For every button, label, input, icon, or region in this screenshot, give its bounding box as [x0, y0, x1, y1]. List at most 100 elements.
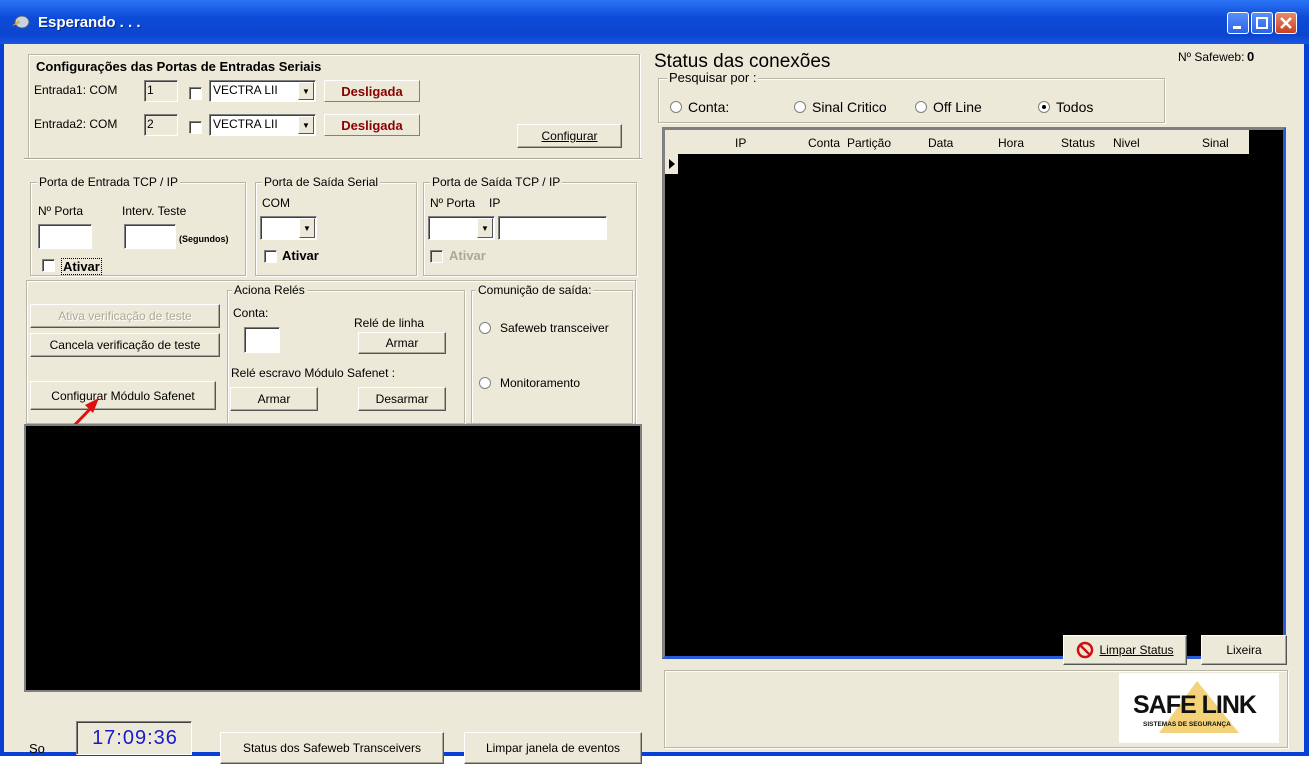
close-button[interactable] — [1275, 12, 1297, 34]
interval-label: Interv. Teste — [122, 204, 187, 218]
grid-header: IP Conta Partição Data Hora Status Nivel… — [665, 130, 1249, 154]
tcp-output-ip-label: IP — [489, 196, 501, 210]
safeweb-transceiver-radio[interactable] — [479, 322, 491, 334]
tcp-output-port-label: Nº Porta — [430, 196, 476, 210]
serial-com-label: COM — [262, 196, 290, 210]
serial-output-activate-checkbox[interactable] — [264, 250, 277, 263]
event-log[interactable] — [24, 424, 642, 692]
tcp-output-ip-input[interactable] — [498, 216, 607, 240]
safelink-logo: SAFE LINK SISTEMAS DE SEGURANÇA — [1119, 673, 1279, 743]
column-header[interactable]: Conta — [808, 136, 840, 150]
safeweb-status-button[interactable]: Status dos Safeweb Transceivers — [220, 732, 444, 764]
connections-grid[interactable]: IP Conta Partição Data Hora Status Nivel… — [662, 127, 1286, 659]
filter-account-radio[interactable] — [670, 101, 682, 113]
entrada2-com-field[interactable]: 2 — [144, 114, 178, 136]
chevron-down-icon: ▼ — [298, 82, 314, 100]
minimize-icon — [1233, 26, 1241, 29]
close-icon — [1280, 17, 1292, 29]
column-header[interactable]: Sinal — [1202, 136, 1229, 150]
slave-disarm-button[interactable]: Desarmar — [358, 387, 446, 411]
monitoring-label: Monitoramento — [500, 376, 581, 390]
filter-all-label: Todos — [1056, 99, 1094, 115]
line-relay-label: Relé de linha — [354, 316, 425, 330]
window-title: Esperando . . . — [38, 14, 141, 31]
column-header[interactable]: Nivel — [1113, 136, 1140, 150]
tcp-output-legend: Porta de Saída TCP / IP — [430, 175, 563, 189]
chevron-down-icon: ▼ — [477, 218, 493, 238]
interval-input[interactable] — [124, 224, 176, 249]
slave-relay-label: Relé escravo Módulo Safenet : — [231, 366, 396, 380]
filter-all-radio[interactable] — [1038, 101, 1050, 113]
output-comm-legend: Comunição de saída: — [476, 283, 594, 297]
no-entry-icon — [1077, 641, 1094, 659]
activate-test-button[interactable]: Ativa verificação de teste — [30, 304, 220, 328]
entrada2-protocol-select[interactable]: VECTRA LII ▼ — [209, 114, 316, 136]
safeweb-count-label: Nº Safeweb: — [1178, 50, 1245, 64]
tcp-port-input[interactable] — [38, 224, 92, 249]
entrada2-label: Entrada2: COM — [34, 117, 118, 131]
maximize-button[interactable] — [1251, 12, 1273, 34]
filter-critical-radio[interactable] — [794, 101, 806, 113]
row-pointer-icon — [669, 159, 675, 169]
entrada2-protocol-value: VECTRA LII — [213, 117, 278, 131]
tcp-output-port-select[interactable]: ▼ — [428, 216, 495, 240]
column-header[interactable]: Data — [928, 136, 953, 150]
tcp-input-legend: Porta de Entrada TCP / IP — [37, 175, 180, 189]
serial-output-activate-label: Ativar — [282, 248, 319, 263]
separator — [24, 158, 642, 160]
clock-display: 17:09:36 — [76, 721, 192, 755]
column-header[interactable]: IP — [735, 136, 746, 150]
relay-account-label: Conta: — [233, 306, 269, 320]
logo-brand: SAFE LINK — [1133, 691, 1257, 719]
clear-status-label: Limpar Status — [1099, 643, 1174, 657]
serial-config-title: Configurações das Portas de Entradas Ser… — [36, 59, 322, 74]
filter-critical-label: Sinal Critico — [812, 99, 887, 115]
chevron-down-icon: ▼ — [298, 116, 314, 134]
entrada1-checkbox[interactable] — [189, 87, 202, 100]
title-bar[interactable]: Esperando . . . — [0, 0, 1309, 44]
search-legend: Pesquisar por : — [667, 70, 759, 85]
filter-offline-label: Off Line — [933, 99, 982, 115]
tcp-input-activate-label: Ativar — [61, 258, 102, 275]
entrada1-label: Entrada1: COM — [34, 83, 118, 97]
relay-account-input[interactable] — [244, 327, 280, 353]
line-relay-arm-button[interactable]: Armar — [358, 332, 446, 354]
maximize-icon — [1256, 17, 1268, 29]
tcp-output-activate-label: Ativar — [449, 248, 486, 263]
serial-output-legend: Porta de Saída Serial — [262, 175, 381, 189]
chevron-down-icon: ▼ — [299, 218, 315, 238]
monitoring-radio[interactable] — [479, 377, 491, 389]
trash-button[interactable]: Lixeira — [1201, 635, 1287, 665]
entrada1-protocol-value: VECTRA LII — [213, 83, 278, 97]
configure-button[interactable]: Configurar — [517, 124, 622, 148]
tcp-output-activate-checkbox[interactable] — [430, 250, 443, 263]
entrada2-checkbox[interactable] — [189, 121, 202, 134]
filter-account-label: Conta: — [688, 99, 730, 115]
slave-arm-button[interactable]: Armar — [230, 387, 318, 411]
column-header[interactable]: Status — [1061, 136, 1095, 150]
tcp-input-activate-checkbox[interactable] — [42, 259, 55, 272]
cancel-test-button[interactable]: Cancela verificação de teste — [30, 333, 220, 357]
safeweb-count: 0 — [1247, 49, 1255, 64]
app-window: Esperando . . . Configurações das Portas… — [0, 0, 1309, 764]
client-area: Configurações das Portas de Entradas Ser… — [4, 44, 1304, 764]
filter-offline-radio[interactable] — [915, 101, 927, 113]
logo-tagline: SISTEMAS DE SEGURANÇA — [1143, 721, 1231, 728]
app-icon — [12, 15, 30, 29]
entrada1-status: Desligada — [324, 80, 420, 102]
minimize-button[interactable] — [1227, 12, 1249, 34]
tcp-port-label: Nº Porta — [38, 204, 84, 218]
so-label: So — [29, 741, 45, 756]
safeweb-transceiver-label: Safeweb transceiver — [500, 321, 609, 335]
seconds-label: (Segundos) — [179, 234, 229, 244]
configure-module-button[interactable]: Configurar Módulo Safenet — [30, 381, 216, 410]
clear-events-button[interactable]: Limpar janela de eventos — [464, 732, 642, 764]
output-comm-panel: Comunição de saída: — [471, 283, 633, 424]
clear-status-button[interactable]: Limpar Status — [1063, 635, 1187, 665]
serial-com-select[interactable]: ▼ — [260, 216, 317, 240]
entrada1-protocol-select[interactable]: VECTRA LII ▼ — [209, 80, 316, 102]
column-header[interactable]: Hora — [998, 136, 1024, 150]
relays-legend: Aciona Relés — [232, 283, 307, 297]
column-header[interactable]: Partição — [847, 136, 891, 150]
entrada1-com-field[interactable]: 1 — [144, 80, 178, 102]
